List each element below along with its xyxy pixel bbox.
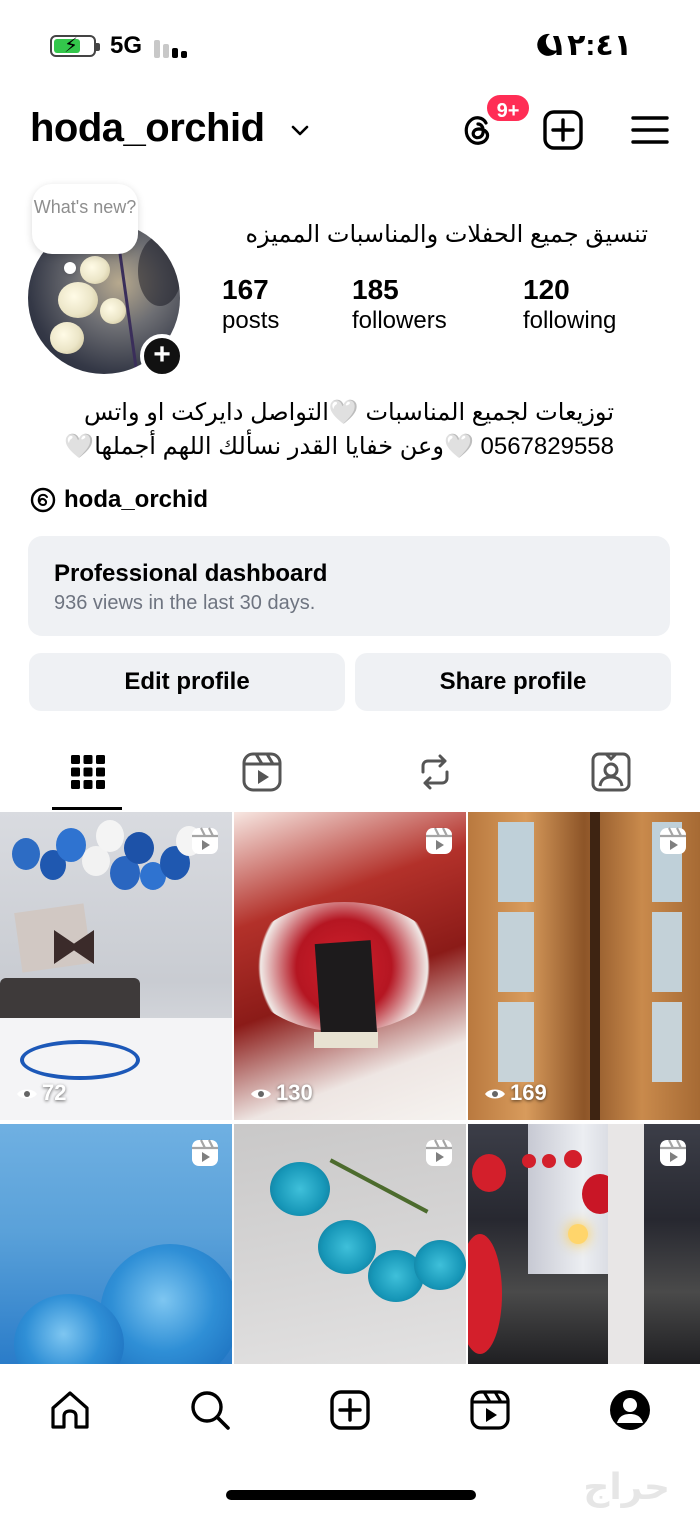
- profile-tabs: [0, 740, 700, 810]
- profile-icon[interactable]: [608, 1388, 652, 1432]
- posts-stat[interactable]: 167 posts: [222, 274, 279, 336]
- tagged-icon[interactable]: [589, 750, 633, 794]
- clock: ١٢:٤١: [548, 29, 632, 62]
- search-icon[interactable]: [188, 1388, 232, 1432]
- post-view-count: 72: [16, 1080, 66, 1106]
- posts-count: 167: [222, 274, 269, 305]
- bio-line: 0567829558 🤍وعن خفايا القدر نسألك اللهم …: [64, 433, 614, 460]
- reposts-icon[interactable]: [413, 750, 457, 794]
- share-profile-button[interactable]: Share profile: [355, 653, 671, 711]
- reels-icon[interactable]: [468, 1388, 512, 1432]
- note-bubble-tail: [64, 262, 76, 274]
- note-bubble[interactable]: What's new?: [32, 184, 138, 254]
- reel-indicator-icon: [426, 1139, 452, 1166]
- bottom-nav: حراج: [0, 1364, 700, 1514]
- professional-dashboard[interactable]: Professional dashboard 936 views in the …: [28, 536, 670, 636]
- menu-icon[interactable]: [628, 108, 672, 152]
- watermark: حراج: [583, 1466, 670, 1507]
- create-icon[interactable]: [328, 1388, 372, 1432]
- add-story-button[interactable]: +: [140, 334, 184, 378]
- followers-label: followers: [352, 307, 447, 334]
- bio: توزيعات لجميع المناسبات 🤍التواصل دايركت …: [14, 396, 614, 464]
- edit-profile-button[interactable]: Edit profile: [29, 653, 345, 711]
- post-tile[interactable]: 130: [234, 812, 466, 1120]
- profile-full-name: تنسيق جميع الحفلات والمناسبات المميزه: [245, 221, 648, 248]
- post-tile[interactable]: [0, 1124, 232, 1364]
- following-count: 120: [523, 274, 570, 305]
- post-tile[interactable]: 72: [0, 812, 232, 1120]
- posts-grid: 72 130 169: [0, 812, 700, 1364]
- profile-header: hoda_orchid 9+: [0, 92, 700, 160]
- followers-count: 185: [352, 274, 399, 305]
- posts-label: posts: [222, 307, 280, 334]
- following-stat[interactable]: 120 following: [523, 274, 616, 336]
- home-indicator: [226, 1490, 476, 1500]
- bio-line: توزيعات لجميع المناسبات 🤍التواصل دايركت …: [84, 399, 614, 426]
- following-label: following: [523, 307, 617, 334]
- dashboard-title: Professional dashboard: [54, 560, 328, 587]
- notification-badge: 9+: [484, 92, 532, 124]
- threads-icon: [30, 487, 56, 513]
- home-icon[interactable]: [48, 1388, 92, 1432]
- post-view-count: 169: [484, 1080, 547, 1106]
- chevron-down-icon[interactable]: [290, 120, 310, 140]
- signal-icon: [154, 36, 190, 58]
- post-tile[interactable]: [468, 1124, 700, 1364]
- post-view-count: 130: [250, 1080, 313, 1106]
- reel-indicator-icon: [192, 1139, 218, 1166]
- reel-indicator-icon: [192, 827, 218, 854]
- dashboard-subtitle: 936 views in the last 30 days.: [54, 592, 316, 614]
- username-switcher[interactable]: hoda_orchid: [30, 106, 265, 151]
- followers-stat[interactable]: 185 followers: [352, 274, 447, 336]
- post-tile[interactable]: 169: [468, 812, 700, 1120]
- status-bar: ⚡ 5G ١٢:٤١: [0, 0, 700, 90]
- post-tile[interactable]: [234, 1124, 466, 1364]
- grid-icon[interactable]: [66, 750, 110, 794]
- create-post-icon[interactable]: [541, 108, 585, 152]
- network-type: 5G: [110, 32, 143, 59]
- reel-indicator-icon: [660, 1139, 686, 1166]
- reel-indicator-icon: [426, 827, 452, 854]
- threads-handle: hoda_orchid: [64, 486, 209, 513]
- reels-tab-icon[interactable]: [240, 750, 284, 794]
- active-tab-indicator: [52, 807, 122, 810]
- battery-icon: ⚡: [50, 35, 100, 57]
- reel-indicator-icon: [660, 827, 686, 854]
